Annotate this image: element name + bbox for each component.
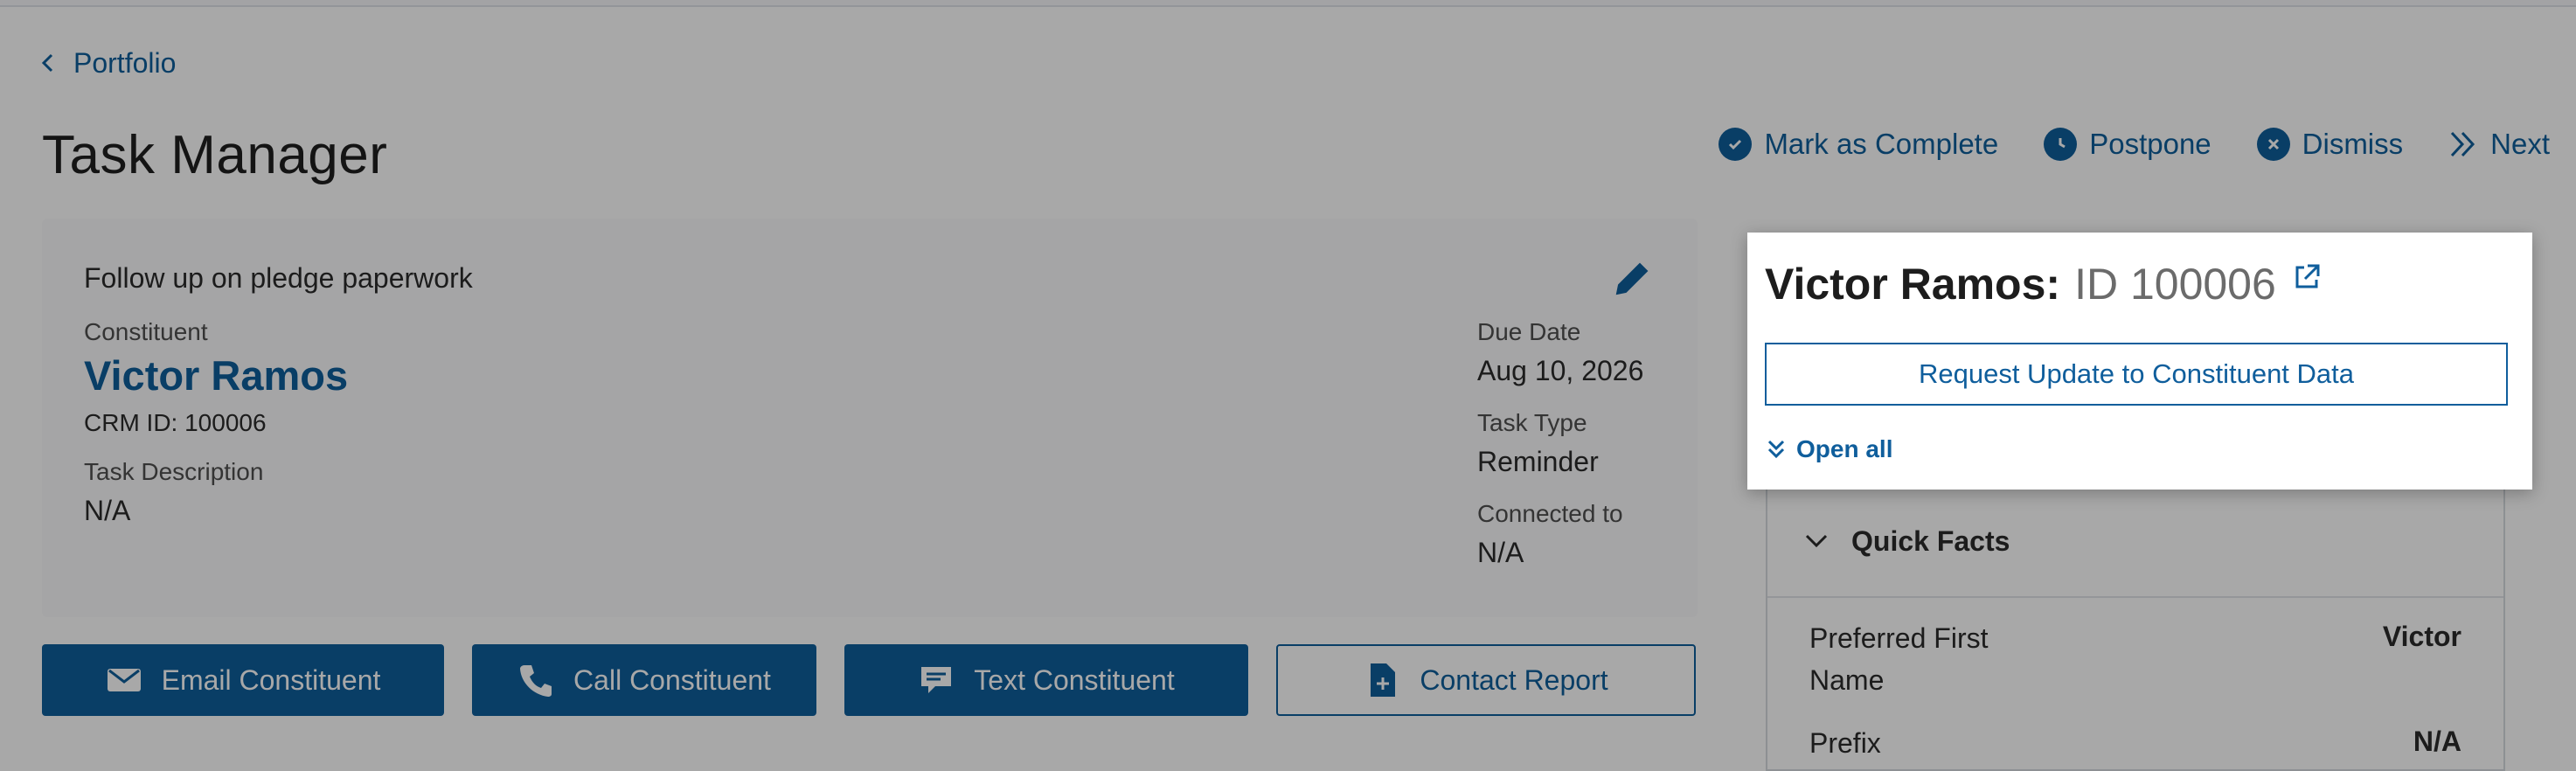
popover-header: Victor Ramos: ID 100006: [1765, 259, 2322, 309]
double-chevron-down-icon: [1767, 440, 1785, 459]
popover-constituent-id: ID 100006: [2074, 260, 2276, 309]
open-all-link[interactable]: Open all: [1767, 435, 1892, 463]
popover-constituent-name: Victor Ramos:: [1765, 260, 2061, 309]
open-all-label: Open all: [1796, 435, 1893, 462]
external-link-icon[interactable]: [2292, 262, 2322, 292]
request-update-button[interactable]: Request Update to Constituent Data: [1765, 343, 2508, 406]
constituent-popover: Victor Ramos: ID 100006 Request Update t…: [1747, 233, 2532, 490]
